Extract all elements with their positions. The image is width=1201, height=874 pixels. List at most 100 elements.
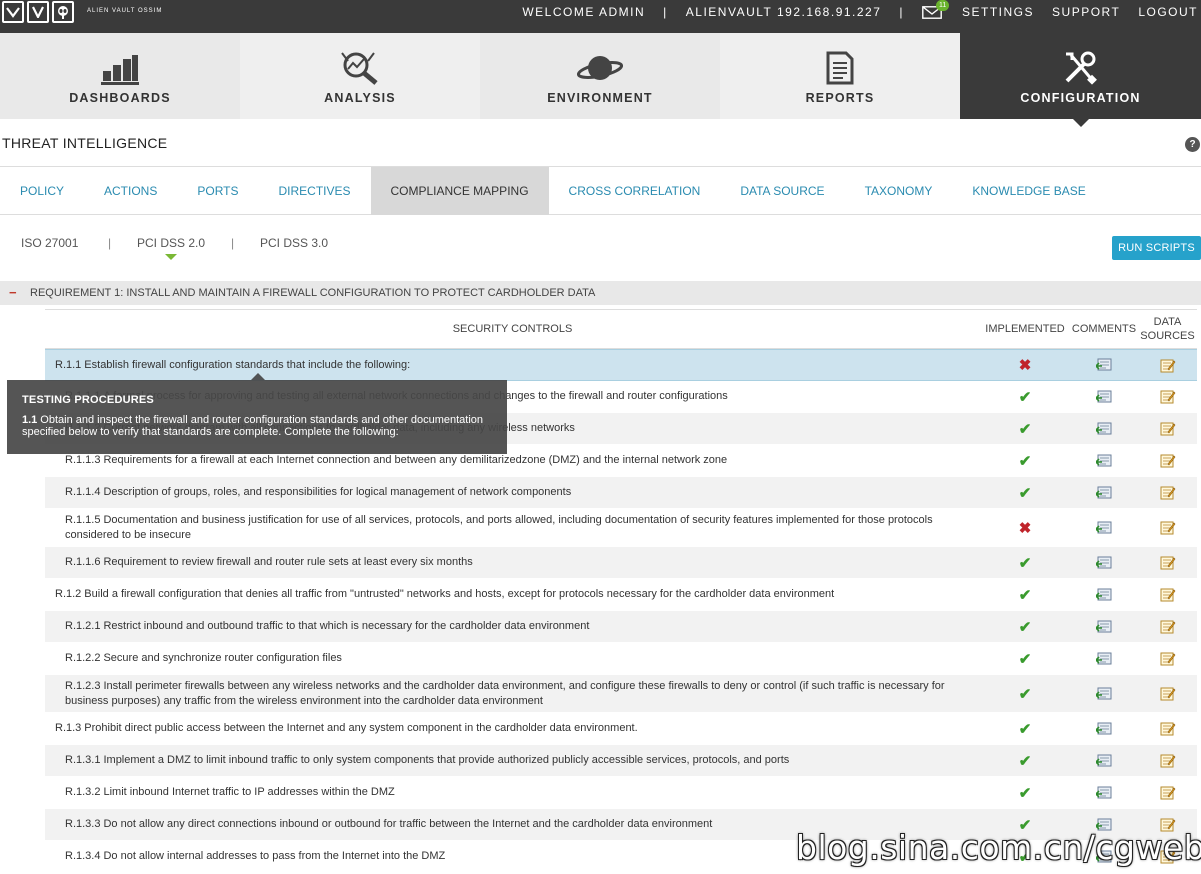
implemented-cell[interactable]: ✔	[980, 547, 1070, 578]
subtab-policy[interactable]: POLICY	[0, 167, 84, 215]
implemented-cell[interactable]: ✖	[980, 509, 1070, 546]
table-row[interactable]: R.1.1.5 Documentation and business justif…	[45, 509, 1197, 547]
comment-edit-icon[interactable]	[1096, 687, 1112, 701]
tab-configuration[interactable]: CONFIGURATION	[960, 33, 1201, 127]
logout-link[interactable]: LOGOUT	[1138, 5, 1198, 19]
implemented-cell[interactable]: ✔	[980, 611, 1070, 642]
cross-icon: ✖	[1018, 519, 1032, 537]
comment-edit-icon[interactable]	[1096, 521, 1112, 535]
data-sources-edit-icon[interactable]	[1160, 485, 1176, 500]
control-text: Requirements for a firewall at each Inte…	[103, 454, 728, 466]
planet-icon	[577, 56, 623, 80]
subtab-taxonomy[interactable]: TAXONOMY	[845, 167, 953, 215]
control-description: R.1.2 Build a firewall configuration that…	[55, 579, 935, 610]
comment-edit-icon[interactable]	[1096, 454, 1112, 468]
data-sources-edit-icon[interactable]	[1160, 421, 1176, 436]
table-row[interactable]: R.1.3.2 Limit inbound Internet traffic to…	[45, 777, 1197, 809]
alienvault-logo[interactable]	[2, 1, 74, 23]
table-row[interactable]: R.1.1.6 Requirement to review firewall an…	[45, 547, 1197, 579]
tab-dashboards[interactable]: DASHBOARDS	[0, 33, 240, 119]
data-sources-edit-icon[interactable]	[1160, 389, 1176, 404]
tab-reports[interactable]: REPORTS	[720, 33, 960, 119]
comment-edit-icon[interactable]	[1096, 390, 1112, 404]
subtab-knowledge-base[interactable]: KNOWLEDGE BASE	[952, 167, 1105, 215]
data-sources-edit-icon[interactable]	[1160, 453, 1176, 468]
subtab-actions[interactable]: ACTIONS	[84, 167, 177, 215]
table-row[interactable]: R.1.2 Build a firewall configuration that…	[45, 579, 1197, 611]
checkmark-icon: ✔	[1018, 720, 1032, 738]
control-description: R.1.3.2 Limit inbound Internet traffic to…	[65, 777, 945, 808]
requirement-header[interactable]: − REQUIREMENT 1: INSTALL AND MAINTAIN A …	[0, 281, 1201, 305]
collapse-icon[interactable]: −	[9, 281, 17, 305]
table-row[interactable]: R.1.3.1 Implement a DMZ to limit inbound …	[45, 745, 1197, 777]
comment-edit-icon[interactable]	[1096, 722, 1112, 736]
implemented-cell[interactable]: ✔	[980, 777, 1070, 808]
comment-edit-icon[interactable]	[1096, 786, 1112, 800]
implemented-cell[interactable]: ✔	[980, 445, 1070, 476]
run-scripts-button[interactable]: RUN SCRIPTS	[1112, 236, 1201, 260]
control-text: Build a firewall configuration that deni…	[84, 588, 835, 600]
implemented-cell[interactable]: ✔	[980, 675, 1070, 712]
data-sources-edit-icon[interactable]	[1160, 358, 1176, 373]
tab-label: REPORTS	[805, 91, 875, 105]
implemented-cell[interactable]: ✔	[980, 413, 1070, 444]
subtab-cross-correlation[interactable]: CROSS CORRELATION	[549, 167, 721, 215]
control-text: Do not allow any direct connections inbo…	[103, 818, 713, 830]
implemented-cell[interactable]: ✔	[980, 713, 1070, 744]
comment-edit-icon[interactable]	[1096, 556, 1112, 570]
data-sources-edit-icon[interactable]	[1160, 686, 1176, 701]
tab-analysis[interactable]: ANALYSIS	[240, 33, 480, 119]
tools-icon	[1065, 51, 1097, 85]
comments-cell	[1070, 413, 1138, 444]
table-row[interactable]: R.1.2.3 Install perimeter firewalls betwe…	[45, 675, 1197, 713]
host-link[interactable]: ALIENVAULT 192.168.91.227	[686, 5, 882, 19]
data-sources-edit-icon[interactable]	[1160, 619, 1176, 634]
comments-cell	[1070, 713, 1138, 744]
mail-button[interactable]: 11	[922, 0, 950, 19]
implemented-cell[interactable]: ✔	[980, 477, 1070, 508]
implemented-cell[interactable]: ✖	[980, 350, 1070, 380]
standard-pci-dss-3[interactable]: PCI DSS 3.0	[260, 236, 328, 250]
table-row[interactable]: R.1.2.1 Restrict inbound and outbound tra…	[45, 611, 1197, 643]
comment-edit-icon[interactable]	[1096, 754, 1112, 768]
comment-edit-icon[interactable]	[1096, 652, 1112, 666]
comment-edit-icon[interactable]	[1096, 422, 1112, 436]
subtab-directives[interactable]: DIRECTIVES	[258, 167, 370, 215]
implemented-cell[interactable]: ✔	[980, 579, 1070, 610]
data-sources-edit-icon[interactable]	[1160, 587, 1176, 602]
table-row[interactable]: R.1.2.2 Secure and synchronize router con…	[45, 643, 1197, 675]
support-link[interactable]: SUPPORT	[1052, 5, 1120, 19]
subtab-data-source[interactable]: DATA SOURCE	[720, 167, 844, 215]
control-code: R.1.3.2	[65, 786, 101, 798]
table-row[interactable]: R.1.3 Prohibit direct public access betwe…	[45, 713, 1197, 745]
data-sources-cell	[1138, 579, 1197, 610]
data-sources-edit-icon[interactable]	[1160, 785, 1176, 800]
implemented-cell[interactable]: ✔	[980, 643, 1070, 674]
table-row[interactable]: R.1.1 Establish firewall configuration st…	[45, 349, 1197, 381]
table-row[interactable]: R.1.1.4 Description of groups, roles, and…	[45, 477, 1197, 509]
control-code: R.1.2.2	[65, 652, 101, 664]
data-sources-edit-icon[interactable]	[1160, 651, 1176, 666]
comments-cell	[1070, 477, 1138, 508]
data-sources-edit-icon[interactable]	[1160, 555, 1176, 570]
tab-environment[interactable]: ENVIRONMENT	[480, 33, 720, 119]
subtab-ports[interactable]: PORTS	[177, 167, 258, 215]
standard-iso-27001[interactable]: ISO 27001	[21, 236, 78, 250]
data-sources-edit-icon[interactable]	[1160, 753, 1176, 768]
control-text: Limit inbound Internet traffic to IP add…	[103, 786, 395, 798]
settings-link[interactable]: SETTINGS	[962, 5, 1034, 19]
implemented-cell[interactable]: ✔	[980, 745, 1070, 776]
data-sources-edit-icon[interactable]	[1160, 520, 1176, 535]
sub-nav: POLICY ACTIONS PORTS DIRECTIVES COMPLIAN…	[0, 166, 1201, 215]
comment-edit-icon[interactable]	[1096, 486, 1112, 500]
comment-edit-icon[interactable]	[1096, 588, 1112, 602]
help-icon[interactable]: ?	[1185, 137, 1200, 152]
comment-edit-icon[interactable]	[1096, 620, 1112, 634]
subtab-compliance-mapping[interactable]: COMPLIANCE MAPPING	[370, 167, 549, 215]
control-code: R.1.1.3	[65, 454, 101, 466]
data-sources-edit-icon[interactable]	[1160, 721, 1176, 736]
logo-alien-icon	[52, 1, 74, 23]
implemented-cell[interactable]: ✔	[980, 381, 1070, 412]
standard-pci-dss-2[interactable]: PCI DSS 2.0	[137, 236, 205, 250]
comment-edit-icon[interactable]	[1096, 358, 1112, 372]
